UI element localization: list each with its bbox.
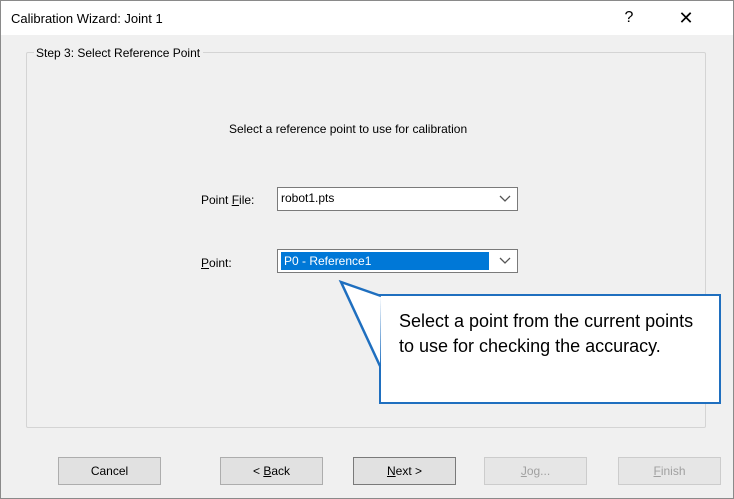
finish-button-label: Finish — [653, 464, 685, 478]
jog-button-label: Jog... — [521, 464, 550, 478]
back-label-post: ack — [271, 464, 291, 478]
callout-text: Select a point from the current points t… — [399, 311, 694, 356]
finish-button[interactable]: Finish — [618, 457, 721, 485]
point-file-label-pre: Point — [201, 193, 232, 207]
next-label-mnemonic: N — [386, 464, 396, 478]
chevron-down-icon[interactable] — [498, 192, 512, 206]
back-label-pre: < — [252, 464, 264, 478]
point-file-label: Point File: — [201, 193, 254, 207]
window-title: Calibration Wizard: Joint 1 — [11, 11, 163, 26]
cancel-button-label: Cancel — [90, 464, 129, 478]
finish-label-mnemonic: F — [653, 464, 661, 478]
point-label: Point: — [201, 256, 232, 270]
cancel-button[interactable]: Cancel — [58, 457, 161, 485]
close-icon: ✕ — [678, 7, 694, 28]
point-label-post: oint: — [209, 256, 232, 270]
back-button-label: < Back — [253, 464, 290, 478]
title-bar: Calibration Wizard: Joint 1 ? ✕ — [1, 1, 733, 35]
point-file-value: robot1.pts — [281, 191, 335, 205]
next-button[interactable]: Next > — [353, 457, 456, 485]
jog-button[interactable]: Jog... — [484, 457, 587, 485]
finish-label-post: inish — [660, 464, 686, 478]
jog-label-post: og... — [526, 464, 551, 478]
close-button[interactable]: ✕ — [663, 1, 709, 35]
callout-pointer — [338, 279, 382, 367]
instruction-text: Select a reference point to use for cali… — [229, 122, 468, 136]
next-label-post: ext > — [395, 464, 423, 478]
help-icon: ? — [624, 9, 634, 26]
point-value: P0 - Reference1 — [281, 252, 489, 270]
chevron-down-icon[interactable] — [498, 254, 512, 268]
point-file-label-mnemonic: F — [231, 193, 240, 207]
point-file-dropdown[interactable]: robot1.pts — [277, 187, 518, 211]
point-file-label-post: ile: — [239, 193, 255, 207]
back-button[interactable]: < Back — [220, 457, 323, 485]
help-button[interactable]: ? — [606, 1, 652, 35]
next-button-label: Next > — [387, 464, 422, 478]
point-dropdown[interactable]: P0 - Reference1 — [277, 249, 518, 273]
point-label-mnemonic: P — [201, 256, 210, 270]
step-title: Step 3: Select Reference Point — [34, 46, 204, 60]
